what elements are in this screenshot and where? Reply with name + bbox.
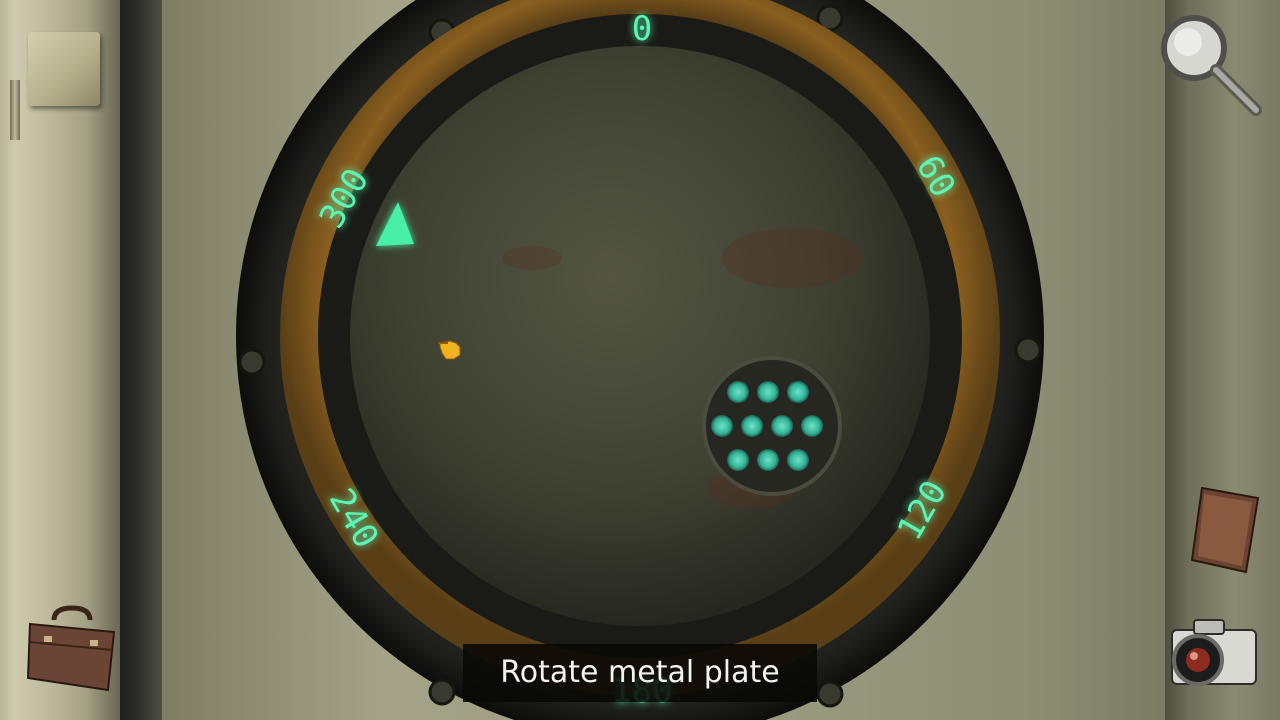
hinge-bolt [10, 80, 20, 140]
door-edge [120, 0, 162, 720]
briefcase-icon[interactable] [24, 602, 120, 698]
safe-dial[interactable]: 0 60 120 180 240 300 [232, 0, 1048, 720]
game-scene: 0 60 120 180 240 300 [0, 0, 1280, 720]
action-caption: Rotate metal plate [463, 644, 817, 702]
caption-text: Rotate metal plate [500, 655, 780, 690]
door-hinge [28, 32, 100, 106]
hand-pointer-icon [438, 340, 461, 360]
magnifying-glass-icon[interactable] [1158, 10, 1268, 120]
dial-mark-0: 0 [632, 9, 652, 49]
camera-icon[interactable] [1164, 612, 1262, 694]
hole-cluster[interactable] [702, 356, 842, 496]
notebook-icon[interactable] [1188, 480, 1268, 576]
